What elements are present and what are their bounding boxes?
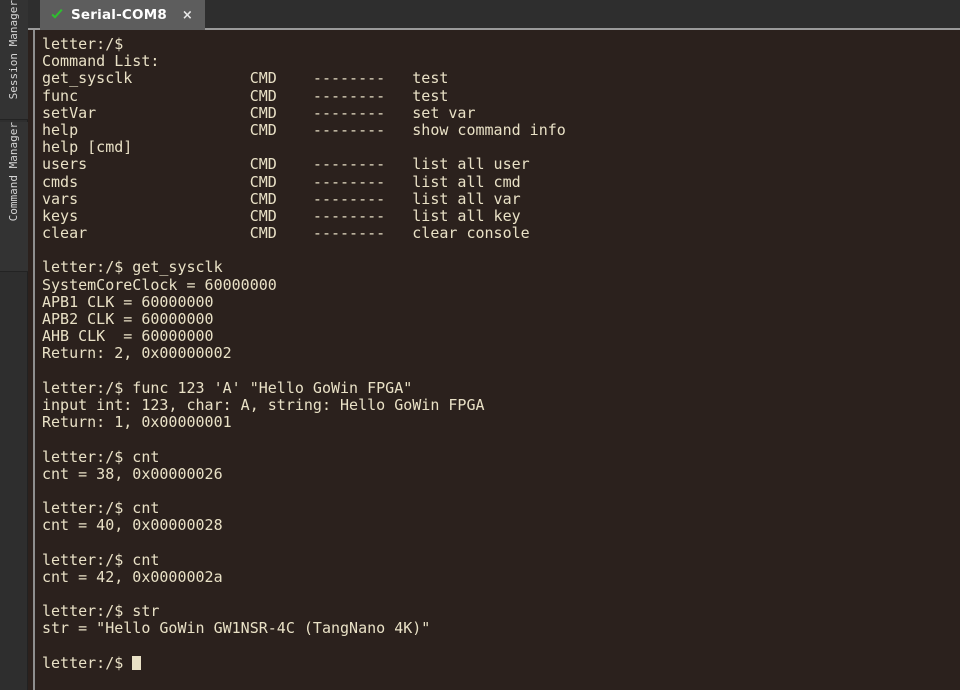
terminal-line: Return: 2, 0x00000002 — [42, 344, 232, 363]
terminal-line: letter:/$ — [42, 35, 124, 53]
close-icon[interactable]: × — [178, 9, 197, 22]
terminal-line: setVar CMD -------- set var — [42, 103, 476, 122]
terminal-line: get_sysclk CMD -------- test — [42, 69, 449, 88]
terminal-line: APB2 CLK = 60000000 — [42, 310, 214, 328]
terminal-line: letter:/$ — [42, 654, 960, 672]
terminal-line: func CMD -------- test — [42, 86, 449, 105]
terminal-line: str = "Hello GoWin GW1NSR-4C (TangNano 4… — [42, 619, 431, 638]
terminal-application-window: Session Manager Command Manager Serial-C… — [0, 0, 960, 690]
terminal-line: Command List: — [42, 52, 160, 71]
tab-title: Serial-COM8 — [71, 7, 167, 23]
terminal-line: AHB CLK = 60000000 — [42, 327, 214, 346]
tab-serial-com8[interactable]: Serial-COM8 × — [40, 0, 205, 30]
terminal-line: help CMD -------- show command info — [42, 120, 566, 139]
text-cursor — [132, 655, 142, 670]
terminal-line: clear CMD -------- clear console — [42, 224, 530, 243]
terminal-line: vars CMD -------- list all var — [42, 189, 521, 208]
terminal-line: Return: 1, 0x00000001 — [42, 413, 232, 432]
sidebar-item-session-manager-label: Session Manager — [7, 0, 20, 100]
terminal-line: cmds CMD -------- list all cmd — [42, 172, 521, 191]
sidebar-item-command-manager[interactable]: Command Manager — [0, 122, 28, 272]
terminal-line: letter:/$ cnt — [42, 499, 160, 518]
terminal-line: letter:/$ get_sysclk — [42, 258, 223, 277]
terminal-line: input int: 123, char: A, string: Hello G… — [42, 395, 485, 414]
terminal-line: letter:/$ cnt — [42, 550, 160, 569]
terminal-line: cnt = 40, 0x00000028 — [42, 516, 223, 535]
terminal-line: help [cmd] — [42, 138, 133, 157]
terminal-line: cnt = 38, 0x00000026 — [42, 464, 223, 483]
terminal-output[interactable]: letter:/$ Command List: get_sysclk CMD ---… — [35, 30, 960, 690]
sidebar-item-command-manager-label: Command Manager — [7, 122, 20, 222]
main-area: Serial-COM8 × letter:/$ Command List: get_… — [28, 0, 960, 690]
terminal-line: SystemCoreClock = 60000000 — [42, 275, 277, 294]
terminal-line: users CMD -------- list all user — [42, 155, 530, 174]
terminal-line: cnt = 42, 0x0000002a — [42, 567, 223, 586]
terminal-line: keys CMD -------- list all key — [42, 206, 521, 225]
left-sidebar: Session Manager Command Manager — [0, 0, 28, 690]
terminal-left-margin-rule — [28, 30, 35, 690]
sidebar-item-session-manager[interactable]: Session Manager — [0, 0, 28, 120]
terminal-line: letter:/$ func 123 'A' "Hello GoWin FPGA… — [42, 378, 413, 397]
terminal-panel[interactable]: letter:/$ Command List: get_sysclk CMD ---… — [28, 30, 960, 690]
check-icon — [50, 8, 64, 22]
terminal-line: letter:/$ str — [42, 602, 160, 621]
terminal-line: APB1 CLK = 60000000 — [42, 292, 214, 311]
terminal-line: letter:/$ cnt — [42, 447, 160, 466]
tab-bar: Serial-COM8 × — [28, 0, 960, 30]
